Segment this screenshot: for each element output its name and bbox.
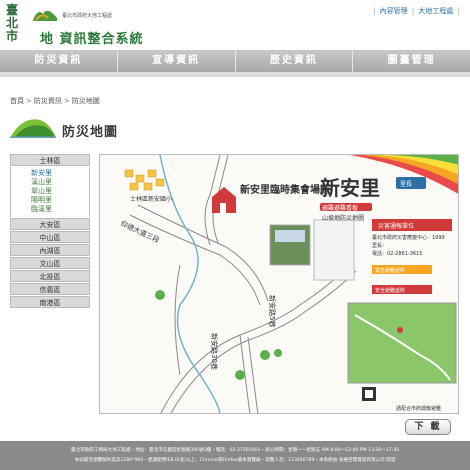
- village-item[interactable]: 臨溪里: [31, 205, 89, 214]
- contact-title: 災害通報單位: [378, 222, 414, 230]
- village-list: 新安里 溪山里 翠山里 陽明里 臨溪里: [10, 167, 90, 217]
- footer: 臺北市政府工務局大地工程處・地址：臺北市信義區松德路300號3樓・電話：02-2…: [0, 441, 470, 470]
- road-label: 仰德大道三段: [119, 219, 161, 245]
- village-item[interactable]: 翠山里: [31, 187, 89, 196]
- section-safe: 安全避難處所: [375, 287, 405, 294]
- hill-title-icon: [10, 119, 56, 138]
- top-link-geotech-office[interactable]: 大地工程處: [418, 7, 453, 15]
- district-xinyi[interactable]: 信義區: [10, 283, 90, 295]
- breadcrumb-home[interactable]: 首頁: [10, 97, 24, 105]
- nav-map-manage[interactable]: 圖臺管理: [353, 50, 470, 72]
- page-title-block: 防災地圖: [10, 114, 150, 142]
- breadcrumb: 首頁 > 防災資訊 > 防災地圖: [10, 97, 100, 105]
- breadcrumb-current: 防災地圖: [71, 97, 100, 105]
- page-title: 防災地圖: [62, 125, 119, 140]
- org-name: 臺北市政府大地工程處: [62, 13, 113, 19]
- contact-line: 電話：02-2861-3615: [372, 250, 422, 257]
- mountain-logo-icon: [33, 10, 57, 21]
- district-wenshan[interactable]: 文山區: [10, 257, 90, 269]
- temp-site-label: 新安里臨時集會場所: [240, 183, 330, 196]
- nav-promotion-info[interactable]: 宣導資訊: [118, 50, 236, 72]
- top-links: | 內容管理 | 大地工程處 |: [372, 7, 460, 15]
- contact-line: 臺北市政府災害應變中心：1999: [372, 234, 445, 241]
- contact-line: 里長：: [372, 243, 387, 249]
- top-link-content-manage[interactable]: 內容管理: [380, 7, 408, 15]
- nav-history-info[interactable]: 歷史資訊: [236, 50, 354, 72]
- map-illustration: 新安里臨時集會場所 新安里 避難避難看板 山坡地防災地圖 里長 災害通報單位 臺…: [119, 155, 458, 413]
- village-big-title: 新安里: [320, 176, 380, 200]
- road-label: 新安路5巷: [268, 295, 277, 327]
- village-item[interactable]: 新安里: [31, 169, 89, 178]
- section-emergency: 緊急避難處所: [375, 267, 405, 274]
- site-title[interactable]: 地 資訊整合系統: [40, 28, 144, 47]
- qr-note: 請配合市府疏散避難: [396, 405, 441, 412]
- nav-underbar: [0, 72, 470, 77]
- district-daan[interactable]: 大安區: [10, 218, 90, 230]
- chief-badge: 里長: [400, 181, 412, 188]
- footer-line-2: 本站最佳瀏覽解析度為1280*960・建議使用IE8.0(含)以上、Chrome…: [74, 458, 396, 463]
- district-shilin[interactable]: 士林區: [10, 154, 90, 166]
- village-item[interactable]: 陽明里: [31, 196, 89, 205]
- disaster-map[interactable]: 新安里臨時集會場所 新安里 避難避難看板 山坡地防災地圖 里長 災害通報單位 臺…: [99, 154, 459, 414]
- district-neihu[interactable]: 內湖區: [10, 244, 90, 256]
- road-label: 新安路30巷: [210, 333, 219, 370]
- district-nangang[interactable]: 南港區: [10, 296, 90, 308]
- city-logo-text: 臺北市: [6, 3, 19, 43]
- breadcrumb-disaster-info[interactable]: 防災資訊: [34, 97, 62, 105]
- nav-disaster-info[interactable]: 防災資訊: [0, 50, 118, 72]
- red-house-icon: [212, 187, 236, 213]
- village-item[interactable]: 溪山里: [31, 178, 89, 187]
- landmark-label: 士林區新安國小: [130, 195, 172, 203]
- main-nav: 防災資訊 宣導資訊 歷史資訊 圖臺管理: [0, 50, 470, 72]
- district-zhongshan[interactable]: 中山區: [10, 231, 90, 243]
- village-subtitle: 避難避難看板: [322, 204, 358, 212]
- download-button[interactable]: 下 載: [405, 419, 451, 435]
- header: 臺北市 臺北市政府大地工程處 地 資訊整合系統 | 內容管理 | 大地工程處 |: [0, 0, 470, 52]
- district-sidebar: 士林區 新安里 溪山里 翠山里 陽明里 臨溪里 大安區 中山區 內湖區 文山區 …: [10, 154, 90, 309]
- village-subtitle-2: 山坡地防災地圖: [322, 214, 364, 222]
- district-beitou[interactable]: 北投區: [10, 270, 90, 282]
- footer-line-1: 臺北市政府工務局大地工程處・地址：臺北市信義區松德路300號3樓・電話：02-2…: [70, 448, 400, 453]
